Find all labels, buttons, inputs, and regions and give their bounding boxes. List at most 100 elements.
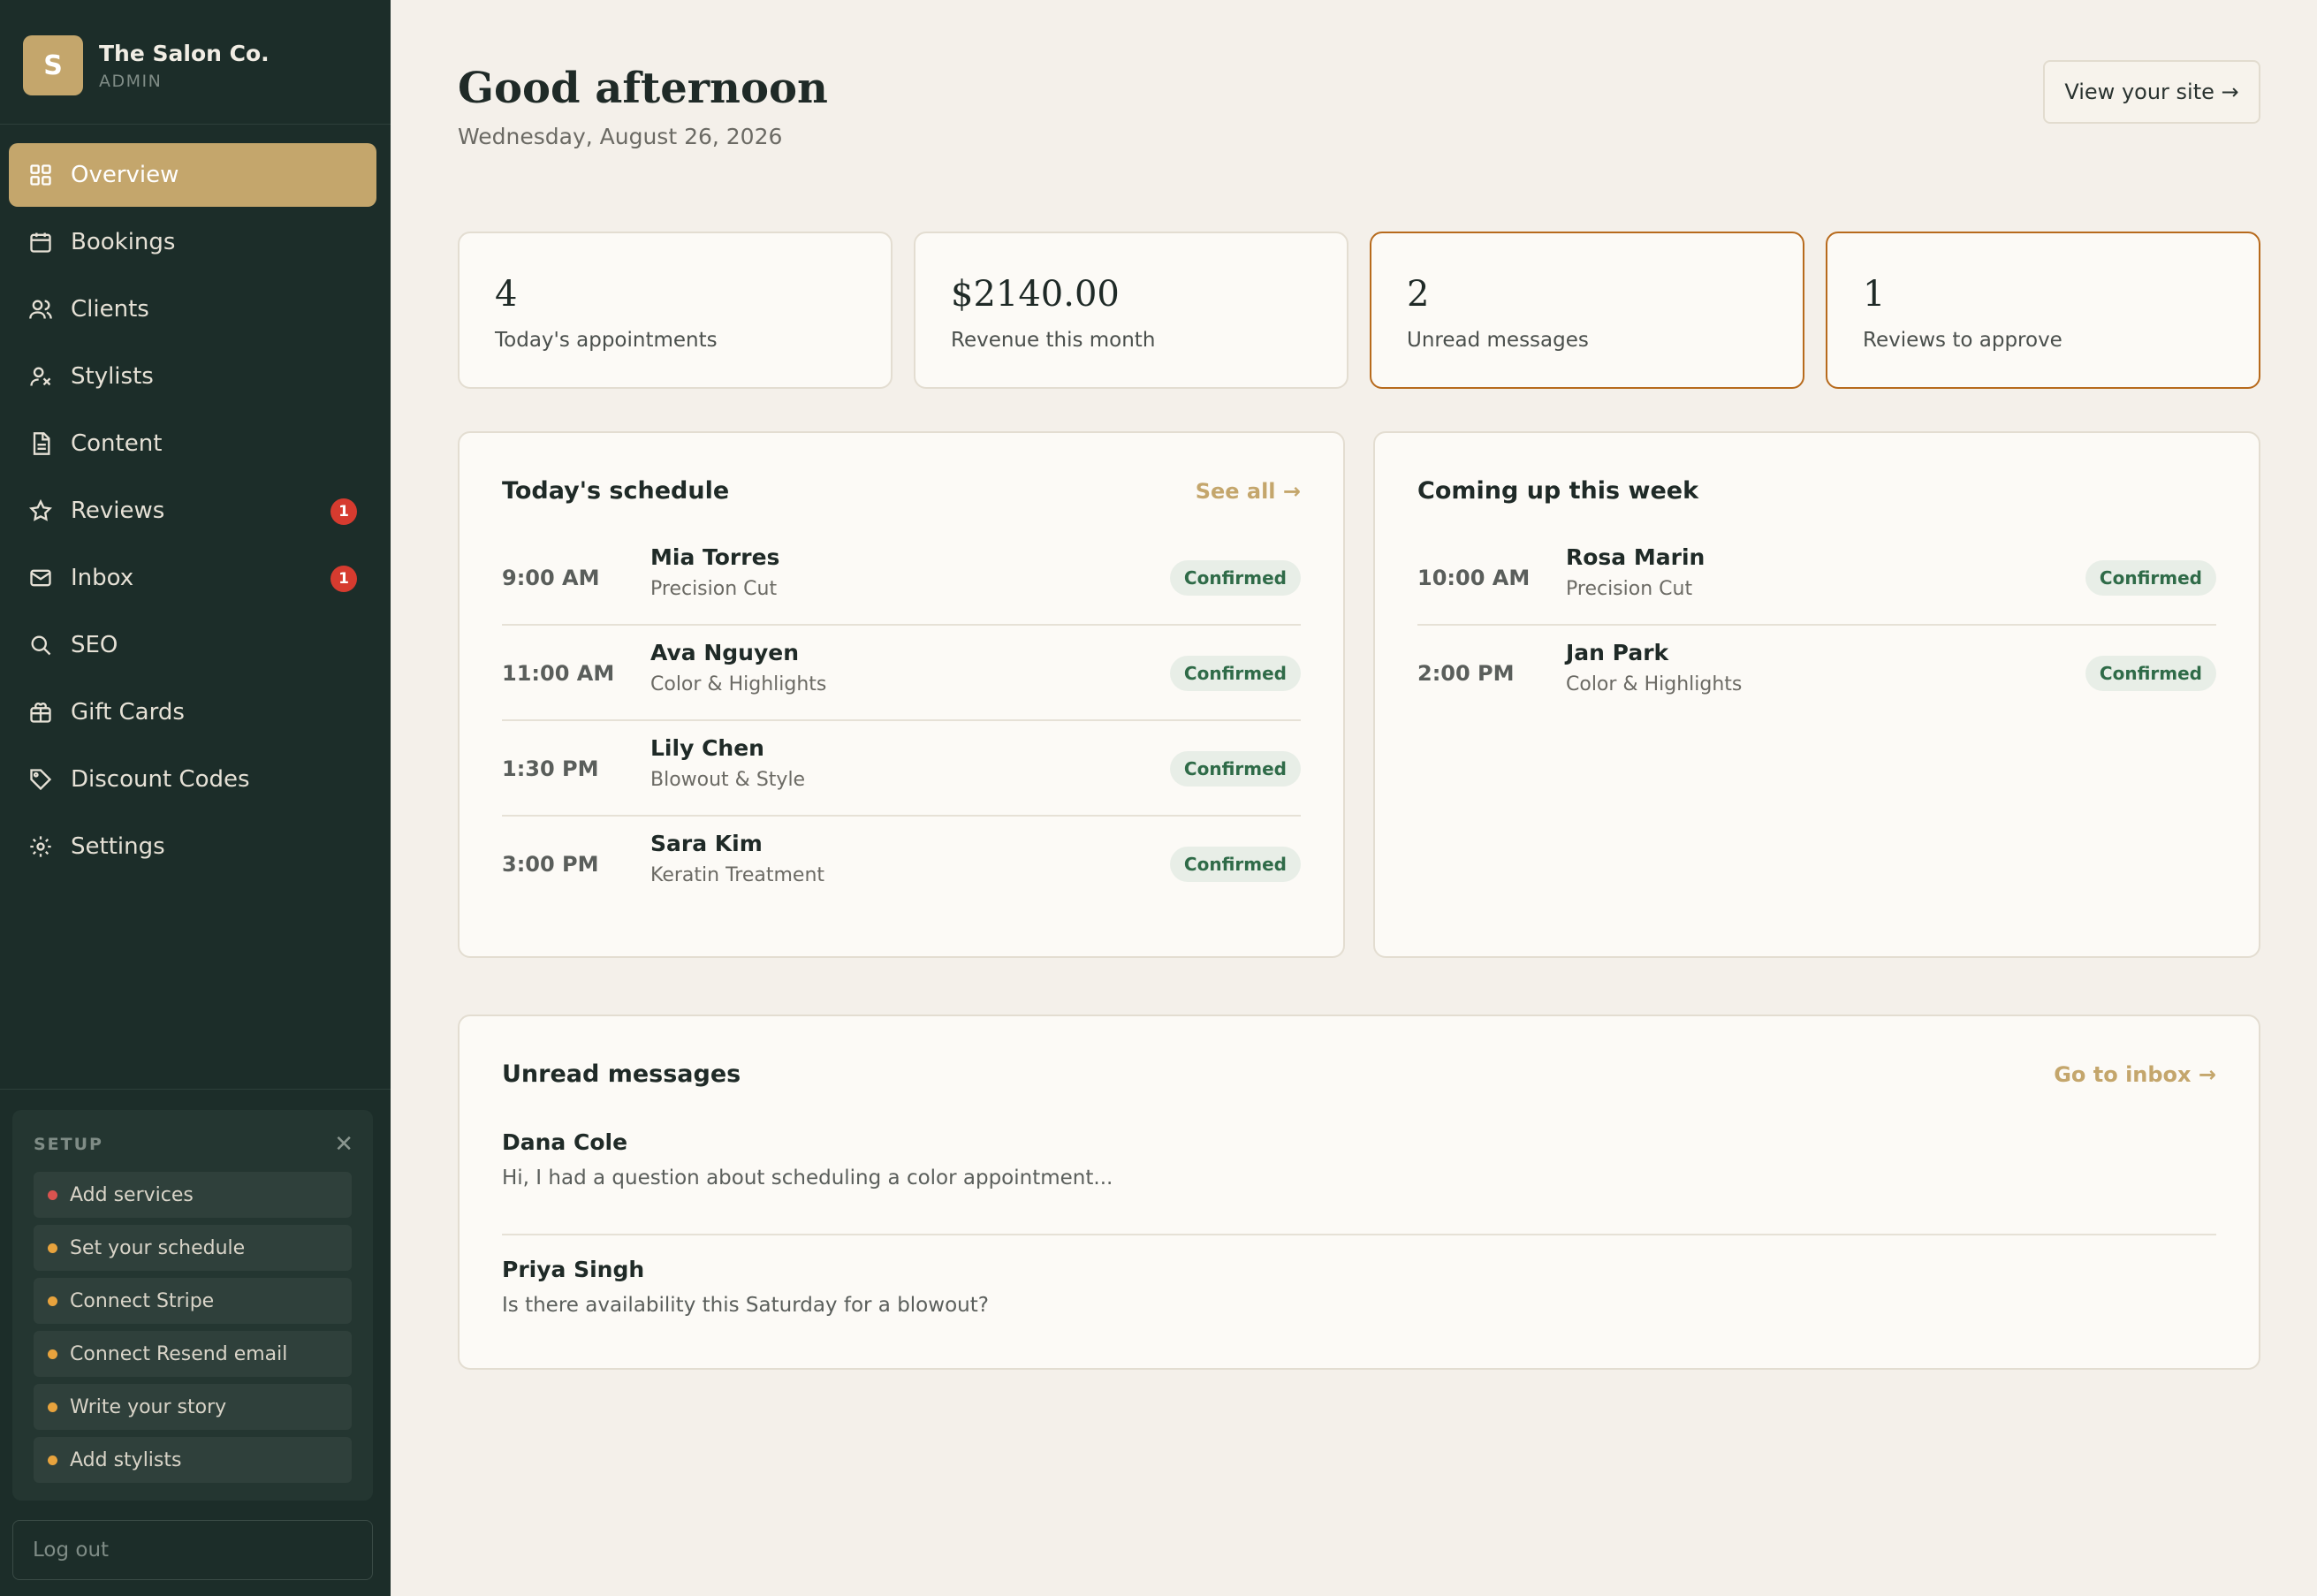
status-dot (48, 1243, 57, 1253)
client-name: Mia Torres (650, 544, 780, 570)
document-icon (28, 431, 53, 456)
status-dot (48, 1296, 57, 1306)
appointment-time: 9:00 AM (502, 566, 600, 590)
stat-card-appointments[interactable]: 4 Today's appointments (458, 232, 893, 389)
sidebar-item-label: Settings (71, 833, 165, 860)
close-icon[interactable]: ✕ (334, 1131, 353, 1158)
coming-up-card: Coming up this week 10:00 AM Rosa Marin … (1373, 431, 2260, 958)
client-name: Ava Nguyen (650, 640, 799, 665)
stat-card-unread-messages[interactable]: 2 Unread messages (1370, 232, 1804, 389)
service-name: Color & Highlights (1566, 673, 1743, 695)
setup-panel: SETUP ✕ Add services Set your schedule C… (12, 1110, 373, 1501)
see-all-link[interactable]: See all → (1196, 479, 1301, 504)
setup-item-set-schedule[interactable]: Set your schedule (34, 1225, 352, 1271)
appointment-list: 9:00 AM Mia Torres Precision Cut Confirm… (502, 530, 1301, 912)
card-title: Unread messages (502, 1060, 741, 1088)
sidebar-item-inbox[interactable]: Inbox 1 (9, 546, 376, 610)
sidebar-item-clients[interactable]: Clients (9, 277, 376, 341)
setup-item-label: Add stylists (70, 1448, 182, 1471)
setup-item-add-stylists[interactable]: Add stylists (34, 1437, 352, 1483)
sidebar-item-gift-cards[interactable]: Gift Cards (9, 680, 376, 744)
sidebar-item-label: Reviews (71, 498, 165, 524)
sidebar-item-label: Content (71, 430, 163, 457)
sidebar-item-label: Stylists (71, 363, 154, 390)
client-name: Rosa Marin (1566, 544, 1705, 570)
grid-icon (28, 163, 53, 187)
stat-value: $2140.00 (951, 274, 1120, 315)
message-item[interactable]: Priya Singh Is there availability this S… (502, 1235, 2216, 1341)
appointment-time: 11:00 AM (502, 661, 615, 686)
stat-label: Unread messages (1407, 329, 1589, 352)
sidebar-nav: Overview Bookings Clients Stylists Conte… (9, 143, 376, 882)
sidebar-item-seo[interactable]: SEO (9, 613, 376, 677)
setup-item-label: Add services (70, 1183, 194, 1206)
sidebar-item-discount-codes[interactable]: Discount Codes (9, 748, 376, 811)
card-title: Today's schedule (502, 477, 730, 505)
status-badge: Confirmed (1169, 560, 1301, 596)
status-badge: Confirmed (1169, 751, 1301, 787)
todays-schedule-card: Today's schedule See all → 9:00 AM Mia T… (458, 431, 1345, 958)
sidebar-item-reviews[interactable]: Reviews 1 (9, 479, 376, 543)
status-dot (48, 1455, 57, 1465)
setup-item-label: Set your schedule (70, 1236, 246, 1259)
setup-item-label: Connect Resend email (70, 1342, 288, 1365)
message-item[interactable]: Dana Cole Hi, I had a question about sch… (502, 1129, 2216, 1235)
appointment-row[interactable]: 10:00 AM Rosa Marin Precision Cut Confir… (1417, 530, 2216, 626)
status-dot (48, 1349, 57, 1359)
sidebar-item-label: Gift Cards (71, 699, 185, 726)
gift-icon (28, 700, 53, 725)
setup-item-connect-stripe[interactable]: Connect Stripe (34, 1278, 352, 1324)
appointment-time: 3:00 PM (502, 852, 599, 877)
setup-item-write-story[interactable]: Write your story (34, 1384, 352, 1430)
stat-card-revenue[interactable]: $2140.00 Revenue this month (914, 232, 1348, 389)
sidebar-item-bookings[interactable]: Bookings (9, 210, 376, 274)
setup-title: SETUP (34, 1135, 103, 1154)
appointment-row[interactable]: 9:00 AM Mia Torres Precision Cut Confirm… (502, 530, 1301, 626)
service-name: Precision Cut (650, 578, 778, 600)
sidebar-item-label: Inbox (71, 565, 134, 591)
sidebar-item-content[interactable]: Content (9, 412, 376, 475)
stylist-icon (28, 364, 53, 389)
status-badge: Confirmed (1169, 847, 1301, 882)
go-to-inbox-link[interactable]: Go to inbox → (2054, 1062, 2216, 1087)
appointment-time: 10:00 AM (1417, 566, 1531, 590)
sidebar-item-settings[interactable]: Settings (9, 815, 376, 878)
service-name: Blowout & Style (650, 769, 806, 791)
stat-label: Reviews to approve (1863, 329, 2063, 352)
service-name: Precision Cut (1566, 578, 1693, 600)
brand[interactable]: S The Salon Co. ADMIN (23, 35, 270, 95)
sidebar: S The Salon Co. ADMIN Overview Bookings … (0, 0, 391, 1596)
appointment-row[interactable]: 1:30 PM Lily Chen Blowout & Style Confir… (502, 721, 1301, 817)
brand-role: ADMIN (99, 71, 163, 91)
setup-item-add-services[interactable]: Add services (34, 1172, 352, 1218)
stat-label: Revenue this month (951, 329, 1156, 352)
appointment-row[interactable]: 2:00 PM Jan Park Color & Highlights Conf… (1417, 626, 2216, 721)
current-date: Wednesday, August 26, 2026 (458, 124, 783, 149)
sidebar-item-overview[interactable]: Overview (9, 143, 376, 207)
status-badge: Confirmed (2085, 560, 2216, 596)
view-site-button[interactable]: View your site → (2043, 60, 2260, 124)
mail-icon (28, 566, 53, 590)
setup-item-connect-resend[interactable]: Connect Resend email (34, 1331, 352, 1377)
stat-card-reviews[interactable]: 1 Reviews to approve (1826, 232, 2260, 389)
stat-label: Today's appointments (495, 329, 718, 352)
brand-logo: S (23, 35, 83, 95)
logout-button[interactable]: Log out (12, 1520, 373, 1580)
client-name: Jan Park (1566, 640, 1669, 665)
sidebar-item-stylists[interactable]: Stylists (9, 345, 376, 408)
sidebar-item-label: Discount Codes (71, 766, 250, 793)
client-name: Sara Kim (650, 831, 763, 856)
message-preview: Is there availability this Saturday for … (502, 1294, 989, 1317)
appointment-row[interactable]: 3:00 PM Sara Kim Keratin Treatment Confi… (502, 817, 1301, 912)
tag-icon (28, 767, 53, 792)
stat-value: 4 (495, 274, 518, 315)
sidebar-item-label: Bookings (71, 229, 176, 255)
page-title: Good afternoon (458, 64, 828, 113)
appointment-row[interactable]: 11:00 AM Ava Nguyen Color & Highlights C… (502, 626, 1301, 721)
divider (0, 124, 391, 125)
unread-messages-card: Unread messages Go to inbox → Dana Cole … (458, 1015, 2260, 1370)
sidebar-item-label: Clients (71, 296, 149, 323)
appointment-time: 1:30 PM (502, 756, 599, 781)
gear-icon (28, 834, 53, 859)
status-dot (48, 1402, 57, 1412)
